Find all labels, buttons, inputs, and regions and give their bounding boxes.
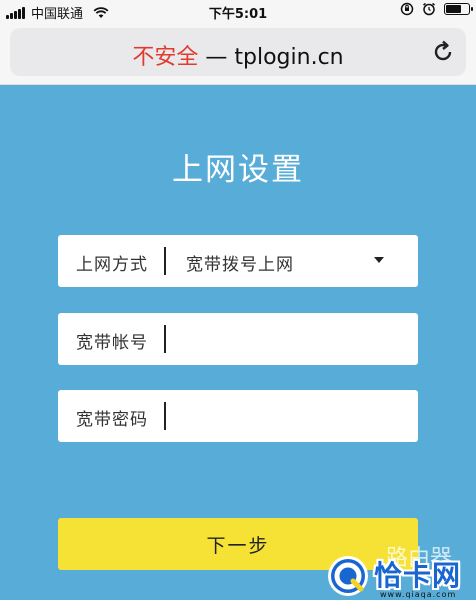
chevron-down-icon[interactable] xyxy=(374,257,384,263)
address-text[interactable]: 不安全 — tplogin.cn xyxy=(10,39,466,71)
address-bar[interactable]: 不安全 — tplogin.cn xyxy=(10,28,466,76)
status-bar: 中国联通 下午5:01 xyxy=(0,0,476,22)
connection-type-label: 上网方式 xyxy=(76,255,148,275)
watermark-url: www.qiaqa.com xyxy=(380,590,457,599)
connection-type-select[interactable]: 上网方式 宽带拨号上网 xyxy=(58,235,418,287)
field-divider xyxy=(164,247,166,275)
reload-icon[interactable] xyxy=(430,39,456,65)
watermark: 恰卡网 www.qiaqa.com xyxy=(320,552,476,600)
account-label: 宽带帐号 xyxy=(76,333,148,353)
alarm-icon xyxy=(423,2,435,16)
field-divider xyxy=(164,325,166,353)
insecure-label: 不安全 xyxy=(132,45,199,70)
address-separator: — xyxy=(198,45,235,70)
password-field[interactable]: 宽带密码 xyxy=(58,390,418,442)
orientation-lock-icon xyxy=(400,2,414,16)
password-label: 宽带密码 xyxy=(76,410,148,430)
url-text: tplogin.cn xyxy=(234,45,344,70)
page-title: 上网设置 xyxy=(172,152,304,188)
field-divider xyxy=(164,402,166,430)
account-field[interactable]: 宽带帐号 xyxy=(58,313,418,365)
connection-type-value: 宽带拨号上网 xyxy=(186,255,294,275)
account-input[interactable] xyxy=(168,321,408,359)
status-right xyxy=(400,2,473,16)
password-input[interactable] xyxy=(168,398,408,436)
watermark-brand: 恰卡网 xyxy=(374,559,462,592)
watermark-logo-icon xyxy=(328,556,368,596)
battery-icon xyxy=(444,3,473,15)
browser-toolbar: 不安全 — tplogin.cn xyxy=(0,22,476,85)
battery-fill xyxy=(446,5,462,13)
